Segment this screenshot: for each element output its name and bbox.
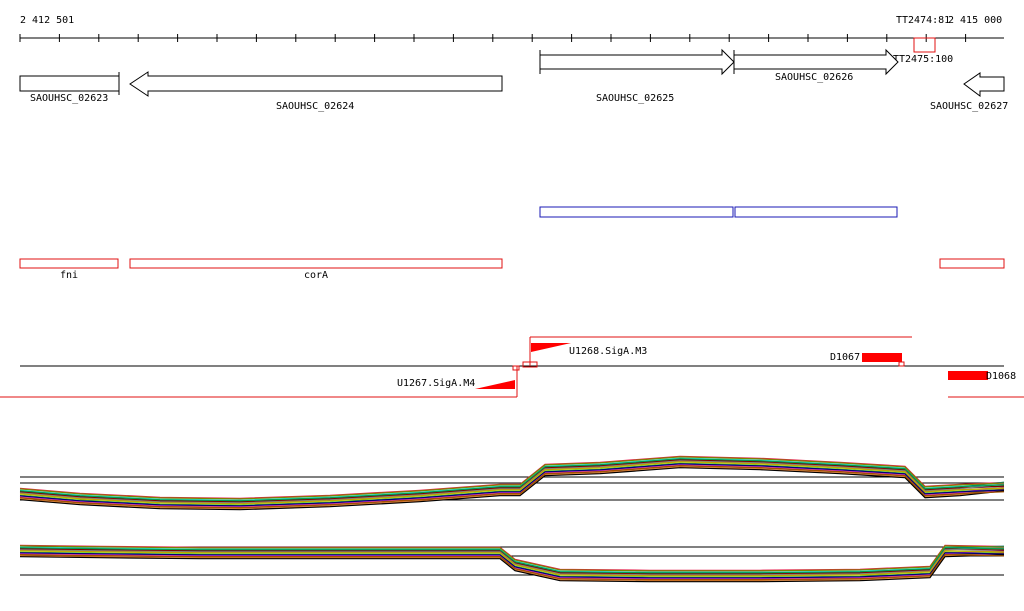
promoter-label: U1268.SigA.M3 [569,346,647,357]
coordinate-ruler: 2 412 501 2 415 000 [19,15,1004,42]
transcript-label: D1067 [830,352,860,363]
transcription-track: U1268.SigA.M3 U1267.SigA.M4 D1067 D1068 [0,336,1024,398]
gene-track: SAOUHSC_02623 SAOUHSC_02624 SAOUHSC_0262… [19,48,1008,112]
promoter-triangle[interactable] [475,380,515,389]
gene-arrow[interactable]: SAOUHSC_02624 [129,71,503,112]
gene-label: SAOUHSC_02623 [30,93,108,104]
terminator-label: TT2475:100 [893,54,953,65]
gene-arrow[interactable]: SAOUHSC_02623 [19,72,120,104]
terminator-track: TT2474:81 TT2475:100 [893,15,953,65]
genome-browser-view: 2 412 501 2 415 000 TT2474:81 TT2475:100… [0,15,1024,583]
expression-panel-bottom [19,544,1005,583]
annotation-box[interactable] [129,258,503,269]
expression-traces [19,544,1005,583]
promoter-triangle[interactable] [531,343,571,352]
operon-segment[interactable] [734,206,898,218]
terminator-label: TT2474:81 [896,15,950,26]
annotation-label: fni [60,270,78,281]
expression-panel-top [19,455,1005,511]
gene-label: SAOUHSC_02627 [930,101,1008,112]
gene-label: SAOUHSC_02624 [276,101,354,112]
ruler-start-label: 2 412 501 [20,15,74,26]
annotation-box[interactable] [939,258,1005,269]
operon-segment[interactable] [539,206,734,218]
ruler-end-label: 2 415 000 [948,15,1002,26]
annotation-label: corA [304,270,328,281]
operon-track [539,206,898,218]
gene-label: SAOUHSC_02626 [775,72,853,83]
promoter-label: U1267.SigA.M4 [397,378,475,389]
terminator-marker[interactable] [913,37,936,53]
transcript-block[interactable] [862,353,902,362]
transcript-label: D1068 [986,371,1016,382]
annotation-box[interactable] [19,258,119,269]
gene-arrow[interactable]: SAOUHSC_02627 [930,72,1008,112]
transcript-block[interactable] [948,371,988,380]
gene-arrow[interactable]: SAOUHSC_02625 [539,48,735,104]
gene-label: SAOUHSC_02625 [596,93,674,104]
gene-arrow[interactable]: SAOUHSC_02626 [733,48,899,83]
annotation-track: fni corA [19,258,1005,281]
